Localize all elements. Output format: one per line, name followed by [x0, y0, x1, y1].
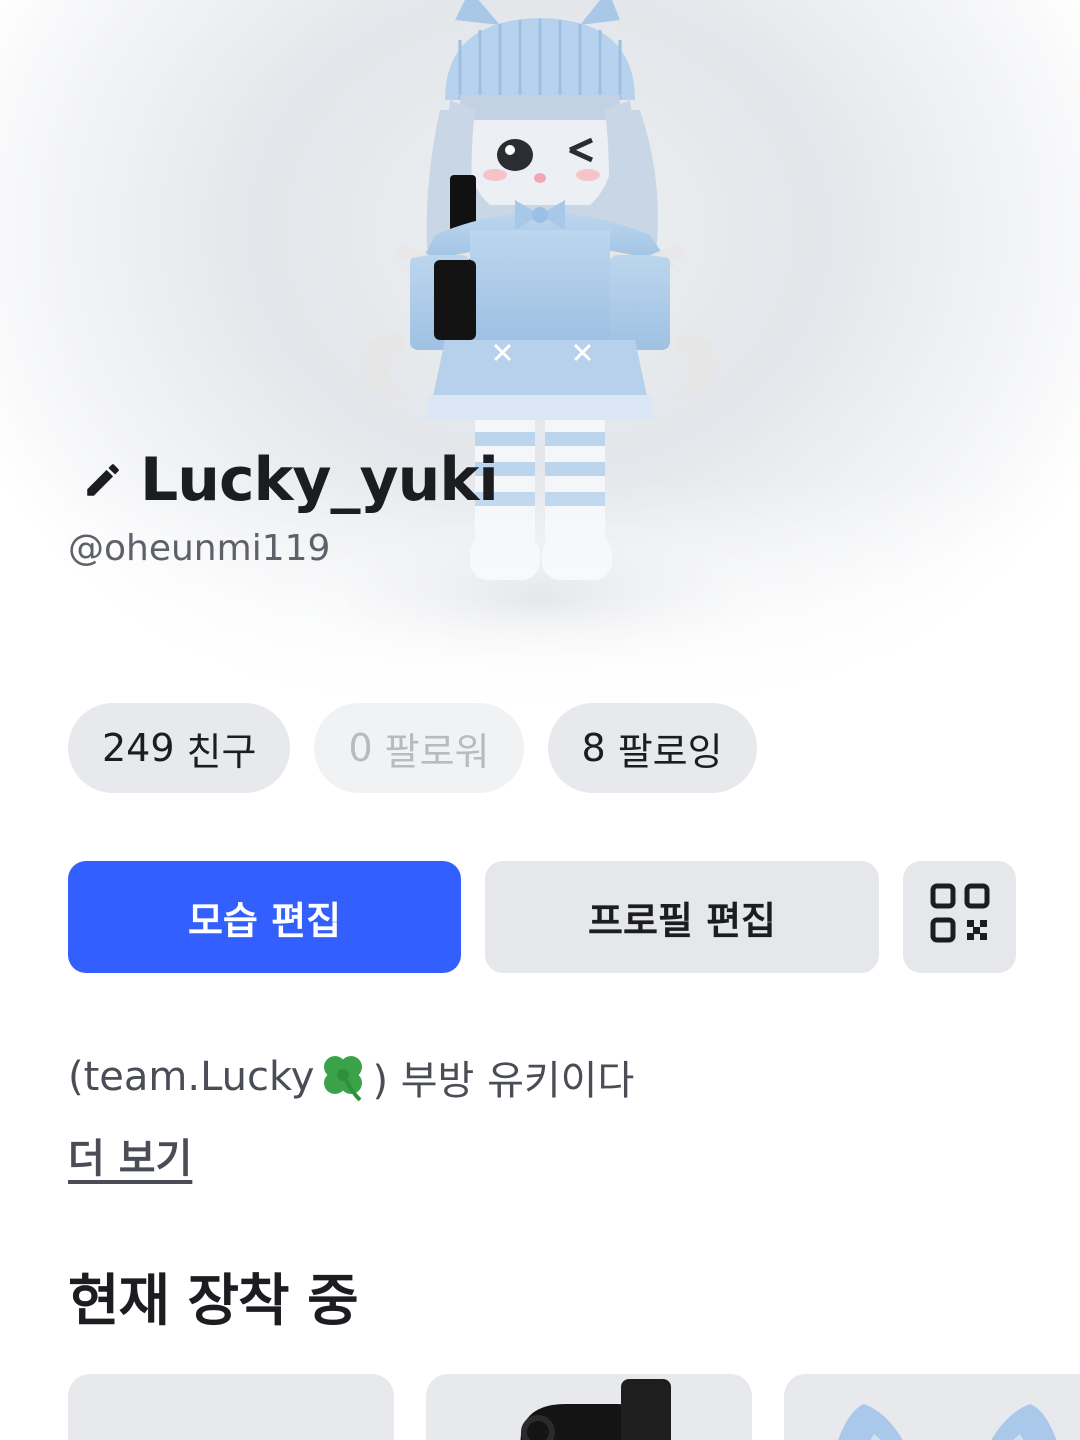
bio-text: (team.Lucky ) 부방 유키이다: [68, 1048, 634, 1106]
stats-row: 249 친구 0 팔로워 8 팔로잉: [68, 703, 757, 793]
four-leaf-clover-icon: [316, 1050, 370, 1104]
following-pill[interactable]: 8 팔로잉: [547, 703, 757, 793]
wearing-item-card[interactable]: [426, 1374, 752, 1440]
followers-label: 팔로워: [384, 729, 490, 774]
display-name-row[interactable]: Lucky_yuki: [82, 440, 499, 520]
wearing-items-row: [68, 1374, 1080, 1440]
followers-pill: 0 팔로워: [314, 703, 524, 793]
wearing-item-card[interactable]: [68, 1374, 394, 1440]
bio-suffix: ) 부방 유키이다: [372, 1058, 635, 1104]
pencil-icon[interactable]: [82, 459, 124, 501]
qr-code-icon: [929, 882, 991, 953]
friends-label: 친구: [186, 729, 257, 774]
friends-count: 249: [102, 726, 175, 770]
following-count: 8: [581, 726, 606, 770]
bio-prefix: (team.Lucky: [68, 1054, 315, 1100]
display-name: Lucky_yuki: [140, 445, 499, 515]
edit-avatar-button[interactable]: 모습 편집: [68, 861, 461, 973]
followers-count: 0: [348, 726, 373, 770]
black-backpack-icon: [520, 1379, 671, 1440]
following-label: 팔로잉: [617, 729, 723, 774]
edit-profile-button[interactable]: 프로필 편집: [485, 861, 879, 973]
see-more-link[interactable]: 더 보기: [68, 1126, 192, 1184]
currently-wearing-title: 현재 장착 중: [68, 1269, 359, 1334]
profile-page: Lucky_yuki @oheunmi119 249 친구 0 팔로워 8 팔로…: [0, 0, 1080, 1440]
friends-pill[interactable]: 249 친구: [68, 703, 291, 793]
action-buttons: 모습 편집 프로필 편집: [68, 861, 1016, 973]
qr-code-button[interactable]: [903, 861, 1016, 973]
blue-cat-ears-icon: [838, 1404, 1057, 1440]
wearing-item-card[interactable]: [784, 1374, 1080, 1440]
username: @oheunmi119: [68, 528, 331, 569]
